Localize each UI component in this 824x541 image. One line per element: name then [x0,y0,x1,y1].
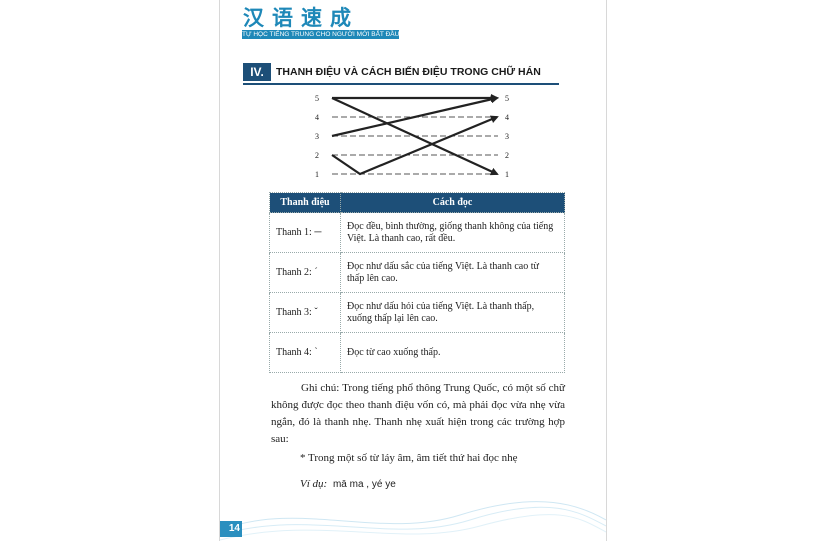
right-level-label: 2 [505,151,509,160]
header-tone: Thanh điệu [269,192,341,213]
tone-name: Thanh 1: ─ [269,212,341,253]
section-divider [243,83,559,85]
right-level-label: 1 [505,170,509,179]
tone-description: Đọc đều, bình thường, giống thanh không … [340,212,565,253]
left-level-label: 3 [315,132,319,141]
tone-description: Đọc như dấu hỏi của tiếng Việt. Là thanh… [340,292,565,333]
tone-name: Thanh 2: ˊ [269,252,341,293]
book-page: 汉语速成 TỰ HỌC TIẾNG TRUNG CHO NGƯỜI MỚI BẮ… [219,0,607,541]
example-line: Ví dụ: mā ma , yé ye [300,478,396,490]
decorative-wave [220,501,606,541]
section-number: IV. [243,63,271,81]
book-title-chinese: 汉语速成 [243,6,359,30]
table-row: Thanh 1: ─ Đọc đều, bình thường, giống t… [269,212,565,253]
left-level-label: 4 [315,113,319,122]
tone-table: Thanh điệu Cách đọc Thanh 1: ─ Đọc đều, … [269,192,565,373]
left-level-label: 1 [315,170,319,179]
example-label: Ví dụ: [300,478,328,490]
example-pinyin: mā ma , yé ye [332,479,396,490]
right-level-label: 5 [505,94,509,103]
table-row: Thanh 3: ˇ Đọc như dấu hỏi của tiếng Việ… [269,292,565,333]
table-row: Thanh 4: ˋ Đọc từ cao xuống thấp. [269,332,565,373]
left-level-label: 2 [315,151,319,160]
section-title: THANH ĐIỆU VÀ CÁCH BIẾN ĐIỆU TRONG CHỮ H… [276,66,541,78]
left-level-label: 5 [315,94,319,103]
book-subtitle: TỰ HỌC TIẾNG TRUNG CHO NGƯỜI MỚI BẮT ĐẦU [242,30,399,39]
right-level-label: 3 [505,132,509,141]
tone-description: Đọc từ cao xuống thấp. [340,332,565,373]
bullet-item: * Trong một số từ láy âm, âm tiết thứ ha… [300,452,518,464]
tone-name: Thanh 4: ˋ [269,332,341,373]
note-paragraph: Ghi chú: Trong tiếng phổ thông Trung Quố… [271,382,565,445]
right-level-label: 4 [505,113,509,122]
header-pronunciation: Cách đọc [340,192,565,213]
tone-name: Thanh 3: ˇ [269,292,341,333]
table-header-row: Thanh điệu Cách đọc [269,192,565,213]
tone-description: Đọc như dấu sắc của tiếng Việt. Là thanh… [340,252,565,293]
page-number: 14 [220,521,242,537]
table-row: Thanh 2: ˊ Đọc như dấu sắc của tiếng Việ… [269,252,565,293]
tone-3-contour [331,115,499,176]
tone-contour-diagram: 5 4 3 2 1 5 4 3 2 1 [315,94,509,179]
